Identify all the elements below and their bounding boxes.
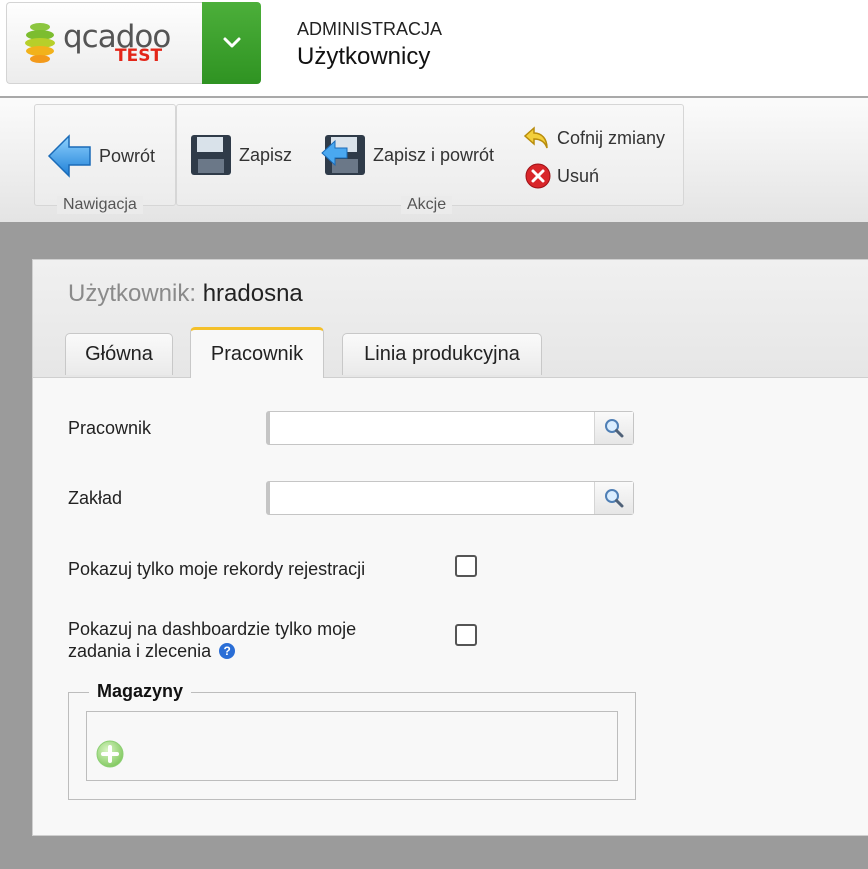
warehouses-legend: Magazyny: [89, 681, 192, 702]
save-and-back-label: Zapisz i powrót: [373, 144, 495, 165]
dashboard-only-mine-label: Pokazuj na dashboardzie tylko moje zadan…: [68, 618, 356, 662]
breadcrumb-section: ADMINISTRACJA: [297, 19, 443, 39]
undo-icon: [523, 126, 548, 149]
only-my-records-label: Pokazuj tylko moje rekordy rejestracji: [68, 559, 366, 579]
ribbon-toolbar: Powrót Nawigacja Zapisz Zapisz i powrót: [0, 98, 868, 222]
navigation-group: Powrót Nawigacja: [34, 104, 176, 214]
actions-group: Zapisz Zapisz i powrót Cofnij zmiany Usu…: [176, 104, 684, 214]
search-icon: [605, 489, 624, 508]
form-title-label: Użytkownik:: [68, 280, 197, 307]
actions-group-label: Akcje: [401, 196, 453, 214]
save-button-label: Zapisz: [239, 144, 293, 165]
floppy-disk-icon: [191, 135, 231, 175]
back-button[interactable]: Powrót: [47, 133, 155, 179]
factory-label: Zakład: [68, 488, 123, 508]
save-and-back-icon: [321, 135, 365, 175]
dashboard-only-mine-label-line1: Pokazuj na dashboardzie tylko moje: [68, 619, 357, 639]
warehouses-list: [86, 711, 618, 781]
tab-linia-produkcyjna[interactable]: Linia produkcyjna: [342, 333, 542, 375]
navigation-group-label: Nawigacja: [57, 196, 143, 214]
qcadoo-logo-icon: [25, 23, 55, 63]
environment-badge: TEST: [115, 46, 163, 66]
only-my-records-checkbox[interactable]: [455, 555, 477, 577]
dashboard-only-mine-label-line2: zadania i zlecenia: [68, 641, 212, 661]
tab-pracownik[interactable]: Pracownik: [190, 327, 324, 378]
help-icon[interactable]: ?: [219, 643, 236, 659]
form-header: Użytkownik: hradosna Główna Pracownik Li…: [33, 260, 868, 378]
save-button[interactable]: Zapisz: [189, 133, 292, 177]
employee-lookup-button[interactable]: [594, 412, 633, 444]
chevron-down-icon: [223, 37, 240, 48]
warehouses-fieldset: Magazyny: [68, 681, 636, 800]
form-title-value: hradosna: [202, 280, 303, 307]
delete-button[interactable]: Usuń: [525, 163, 599, 189]
save-and-back-button[interactable]: Zapisz i powrót: [321, 133, 494, 177]
employee-label: Pracownik: [68, 418, 152, 438]
dashboard-only-mine-checkbox[interactable]: [455, 624, 477, 646]
top-header: qcadoo TEST ADMINISTRACJA Użytkownicy: [0, 0, 868, 98]
factory-lookup-button[interactable]: [594, 482, 633, 514]
main-menu-toggle[interactable]: [202, 2, 261, 84]
delete-label: Usuń: [557, 165, 600, 186]
arrow-left-icon: [47, 134, 91, 178]
tab-glowna[interactable]: Główna: [65, 333, 173, 375]
add-icon[interactable]: [96, 740, 124, 768]
employee-lookup-input[interactable]: [266, 411, 634, 445]
form-title: Użytkownik: hradosna: [68, 280, 303, 308]
page-title: Użytkownicy: [297, 43, 431, 70]
undo-changes-button[interactable]: Cofnij zmiany: [523, 125, 665, 151]
delete-icon: [525, 163, 551, 189]
factory-lookup-input[interactable]: [266, 481, 634, 515]
undo-changes-label: Cofnij zmiany: [557, 127, 666, 148]
logo[interactable]: qcadoo TEST: [6, 2, 203, 84]
search-icon: [605, 419, 624, 438]
back-button-label: Powrót: [99, 145, 156, 166]
user-form-panel: Użytkownik: hradosna Główna Pracownik Li…: [32, 259, 868, 836]
